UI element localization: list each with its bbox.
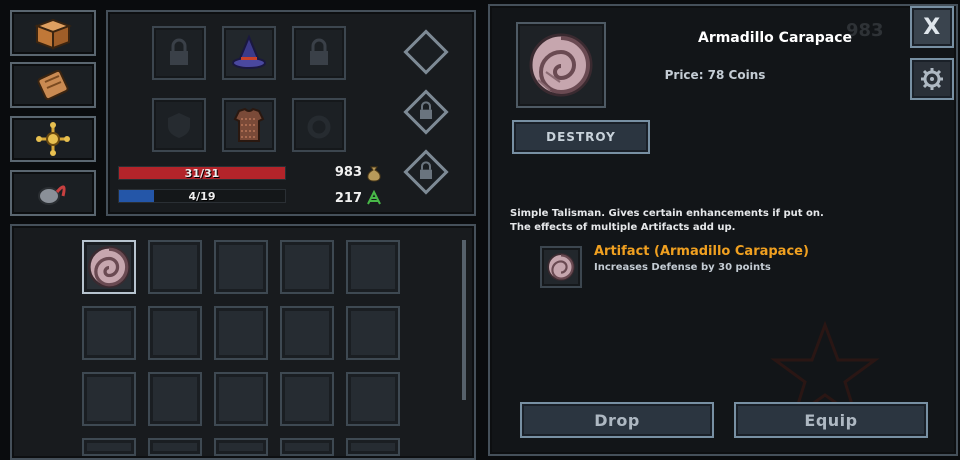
tab-tools[interactable] (10, 170, 96, 216)
effect-description: Increases Defense by 30 points (594, 262, 771, 273)
coin-bag-icon (367, 166, 381, 182)
lock-icon (310, 38, 328, 65)
hp-text: 31/31 (184, 166, 220, 180)
destroy-button[interactable]: DESTROY (512, 120, 650, 154)
armadillo-carapace-icon (87, 245, 131, 289)
inventory-slot-selected[interactable] (82, 240, 136, 294)
inventory-slot[interactable] (214, 372, 268, 426)
herbs-count: 217 (334, 191, 362, 206)
inventory-slot[interactable] (148, 372, 202, 426)
equip-slot-locked-1[interactable] (152, 26, 206, 80)
gear-icon (921, 68, 943, 90)
inventory-slot[interactable] (346, 438, 400, 456)
inventory-slot[interactable] (214, 306, 268, 360)
inventory-scrollbar[interactable] (462, 240, 466, 400)
coins-count: 983 (334, 165, 362, 180)
inventory-slot[interactable] (148, 306, 202, 360)
scroll-icon (37, 69, 69, 101)
lock-icon (420, 101, 432, 119)
item-description-line2: The effects of multiple Artifacts add up… (510, 222, 736, 233)
inventory-slot[interactable] (82, 438, 136, 456)
equip-slot-ring[interactable] (292, 98, 346, 152)
item-title: Armadillo Carapace (697, 30, 853, 46)
chainmail-armor-icon (233, 107, 265, 142)
equip-slot-locked-2[interactable] (292, 26, 346, 80)
mp-bar: 4/19 (118, 189, 286, 203)
equip-slot-body[interactable] (222, 98, 276, 152)
equip-slot-head[interactable] (222, 26, 276, 80)
lock-icon (170, 38, 188, 65)
inventory-slot[interactable] (346, 306, 400, 360)
lock-icon (420, 161, 432, 179)
effect-icon-frame (540, 246, 582, 288)
effect-title: Artifact (Armadillo Carapace) (594, 244, 809, 259)
tab-artifacts[interactable] (10, 116, 96, 162)
item-price: Price: 78 Coins (664, 68, 766, 82)
inventory-slot[interactable] (82, 372, 136, 426)
inventory-slot[interactable] (148, 438, 202, 456)
inventory-slot[interactable] (346, 372, 400, 426)
shield-silhouette-icon (168, 113, 190, 138)
inventory-slot[interactable] (214, 438, 268, 456)
close-icon: X (923, 14, 941, 40)
item-portrait (516, 22, 606, 108)
drop-button[interactable]: Drop (520, 402, 714, 438)
ring-silhouette-icon (307, 115, 331, 139)
talisman-icon (36, 122, 70, 156)
inventory-slot[interactable] (214, 240, 268, 294)
hp-bar: 31/31 (118, 166, 286, 180)
equip-slot-offhand[interactable] (152, 98, 206, 152)
tab-quests[interactable] (10, 62, 96, 108)
inventory-slot[interactable] (148, 240, 202, 294)
inventory-box-icon (34, 18, 72, 50)
equip-button[interactable]: Equip (734, 402, 928, 438)
inventory-slot[interactable] (280, 438, 334, 456)
inventory-slot[interactable] (82, 306, 136, 360)
armadillo-carapace-icon (529, 33, 593, 97)
mp-text: 4/19 (188, 189, 216, 203)
inventory-slot[interactable] (280, 240, 334, 294)
wizard-hat-icon (232, 34, 266, 69)
armadillo-carapace-icon (547, 253, 575, 281)
settings-button[interactable] (910, 58, 954, 100)
tab-inventory[interactable] (10, 10, 96, 56)
inventory-slot[interactable] (346, 240, 400, 294)
inventory-slot[interactable] (280, 372, 334, 426)
inventory-slot[interactable] (280, 306, 334, 360)
item-description-line1: Simple Talisman. Gives certain enhanceme… (510, 208, 824, 219)
hook-icon (38, 185, 66, 205)
close-button[interactable]: X (910, 6, 954, 48)
herb-icon (367, 190, 381, 205)
